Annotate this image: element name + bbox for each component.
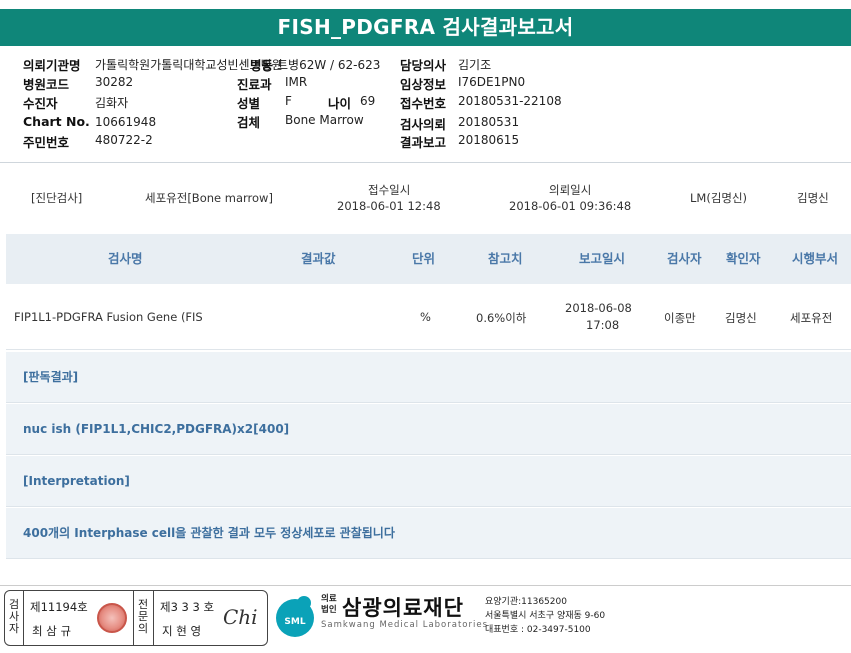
col-tester: 검사자 [667, 251, 702, 266]
row-confirmer: 김명신 [725, 311, 757, 325]
report-title: FISH_PDGFRA 검사결과보고서 [0, 9, 851, 46]
results-table-header: 검사명 결과값 단위 참고치 보고일시 검사자 확인자 시행부서 [6, 234, 851, 284]
report-value: 20180615 [458, 133, 520, 147]
chart-value: 10661948 [95, 115, 157, 129]
code-label: 병원코드 [23, 77, 70, 92]
specialist-name: 지 현 영 [162, 624, 202, 638]
sex-label: 성별 [237, 96, 261, 111]
requested-label: 의뢰일시 [549, 183, 592, 197]
finding-band: [판독결과] [6, 352, 851, 403]
row-reference: 0.6%이하 [476, 311, 527, 325]
chart-label: Chart No. [23, 114, 90, 129]
col-unit: 단위 [412, 251, 436, 266]
col-dept: 시행부서 [792, 251, 839, 266]
row-report-date: 2018-06-08 [565, 301, 632, 315]
code-value: 30282 [95, 75, 134, 89]
received-label: 접수일시 [368, 183, 411, 197]
col-report-date: 보고일시 [579, 251, 626, 266]
finding-heading: [판독결과] [23, 370, 79, 384]
sig-divider [153, 591, 154, 645]
row-tester: 이종만 [664, 311, 696, 325]
receipt-value: 20180531-22108 [458, 94, 562, 108]
col-confirmer: 확인자 [726, 251, 761, 266]
row-dept: 세포유전 [790, 311, 833, 325]
ward-label: 병동 [250, 58, 274, 73]
doctor-label: 담당의사 [400, 58, 447, 73]
resident-value: 480722-2 [95, 133, 153, 147]
signature-mark: Chi [223, 605, 258, 629]
sex-value: F [285, 94, 292, 108]
row-test-name: FIP1L1-PDGFRA Fusion Gene (FIS [14, 310, 203, 324]
finding-band: nuc ish (FIP1L1,CHIC2,PDGFRA)x2[400] [6, 404, 851, 455]
examiner-label-3: 자 [8, 622, 20, 635]
specimen-value: Bone Marrow [285, 113, 364, 127]
sig-divider [23, 591, 24, 645]
examiner-name: 최 삼 규 [32, 624, 72, 638]
doctor-value: 김기조 [458, 58, 492, 72]
org-prefix-1: 의료 [321, 594, 337, 604]
report-footer: 검 사 자 제11194호 최 삼 규 전 문 의 제3 3 3 호 지 현 영… [0, 585, 851, 653]
dept-label: 진료과 [237, 77, 272, 92]
specialist-number: 제3 3 3 호 [160, 600, 215, 614]
row-unit: % [420, 310, 431, 324]
sample-lm: LM(김명신) [690, 191, 748, 205]
age-value: 69 [360, 94, 376, 108]
examiner-number: 제11194호 [30, 600, 88, 614]
org-phone: 대표번호 : 02-3497-5100 [485, 625, 591, 635]
patient-value: 김화자 [95, 96, 129, 110]
sample-person: 김명신 [797, 191, 829, 205]
finding-band: 400개의 Interphase cell을 관찰한 결과 모두 정상세포로 관… [6, 508, 851, 559]
report-label: 결과보고 [400, 135, 447, 150]
org-name: 삼광의료재단 [342, 596, 464, 620]
receipt-label: 접수번호 [400, 96, 447, 111]
hospital-label: 의뢰기관명 [23, 58, 81, 73]
specialist-label-3: 의 [137, 622, 149, 635]
age-label: 나이 [328, 96, 352, 111]
patient-info: 의뢰기관명 가톨릭학원가톨릭대학교성빈센트병원 병동 트병62W / 62-62… [0, 50, 851, 158]
sample-summary: [진단검사] 세포유전[Bone marrow] 접수일시 2018-06-01… [0, 172, 851, 232]
sample-dept: 세포유전[Bone marrow] [145, 191, 273, 205]
request-value: 20180531 [458, 115, 520, 129]
finding-karyotype: nuc ish (FIP1L1,CHIC2,PDGFRA)x2[400] [23, 422, 290, 436]
org-prefix-2: 법인 [321, 605, 337, 615]
interpretation-text: 400개의 Interphase cell을 관찰한 결과 모두 정상세포로 관… [23, 526, 395, 540]
sig-divider [133, 591, 134, 645]
interpretation-heading: [Interpretation] [23, 474, 130, 488]
section-divider [0, 162, 851, 163]
ward-value: 트병62W / 62-623 [277, 58, 381, 72]
received-value: 2018-06-01 12:48 [337, 199, 441, 213]
clinical-value: I76DE1PN0 [458, 75, 526, 89]
patient-label: 수진자 [23, 96, 58, 111]
sample-category: [진단검사] [31, 191, 83, 205]
sml-logo-icon: SML [276, 596, 314, 637]
resident-label: 주민번호 [23, 135, 70, 150]
requested-value: 2018-06-01 09:36:48 [509, 199, 632, 213]
logo-text: SML [284, 617, 305, 627]
specimen-label: 검체 [237, 115, 261, 130]
col-reference: 참고치 [488, 251, 523, 266]
col-test-name: 검사명 [108, 251, 143, 266]
request-label: 검사의뢰 [400, 117, 447, 132]
table-row: FIP1L1-PDGFRA Fusion Gene (FIS % 0.6%이하 … [6, 284, 851, 350]
signature-box: 검 사 자 제11194호 최 삼 규 전 문 의 제3 3 3 호 지 현 영… [4, 590, 268, 646]
clinical-label: 임상정보 [400, 77, 447, 92]
org-address: 서울특별시 서초구 양재동 9-60 [485, 611, 606, 621]
org-code: 요양기관:11365200 [485, 597, 567, 607]
row-report-time: 17:08 [586, 318, 620, 332]
org-english-name: Samkwang Medical Laboratories [321, 620, 489, 630]
finding-band: [Interpretation] [6, 456, 851, 507]
col-result: 결과값 [301, 251, 336, 266]
examiner-seal-icon [97, 603, 127, 633]
dept-value: IMR [285, 75, 308, 89]
